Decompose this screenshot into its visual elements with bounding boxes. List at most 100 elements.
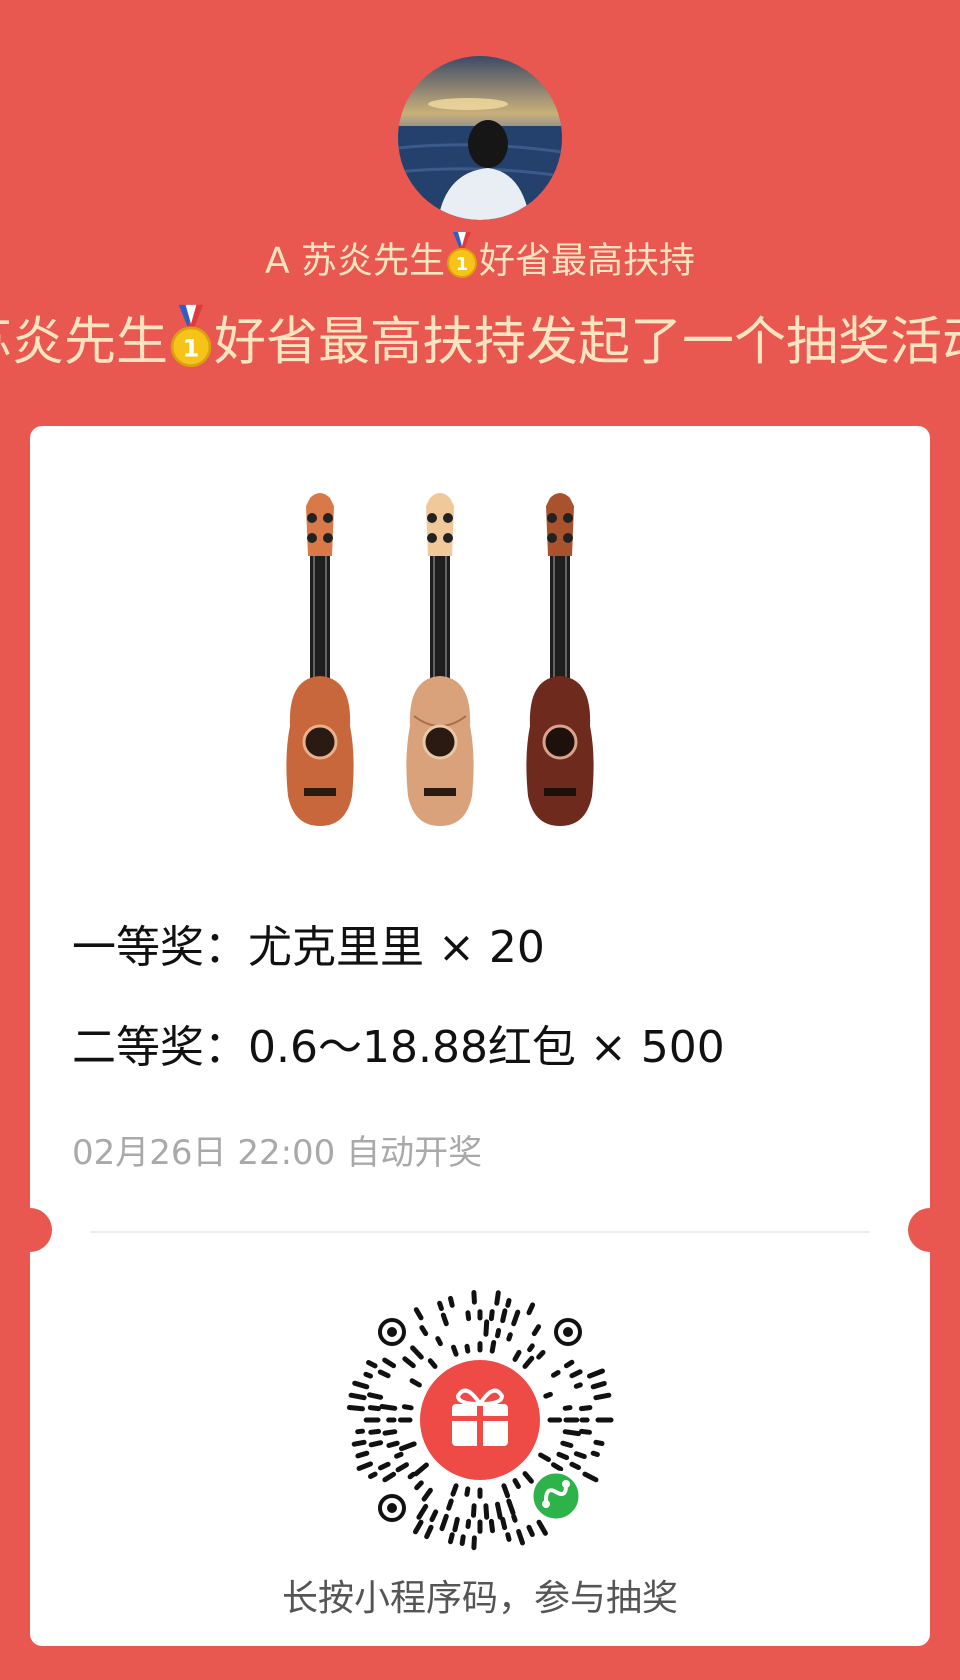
code-dash bbox=[495, 1328, 502, 1339]
code-dash bbox=[416, 1503, 429, 1520]
code-dash bbox=[501, 1483, 511, 1499]
code-dash bbox=[401, 1404, 414, 1411]
code-dash bbox=[512, 1478, 521, 1489]
code-dash bbox=[573, 1451, 587, 1459]
finder-marker bbox=[378, 1318, 406, 1346]
svg-text:1: 1 bbox=[456, 254, 469, 275]
organizer-name-prefix: A 苏炎先生 bbox=[264, 240, 446, 282]
code-dash bbox=[367, 1405, 382, 1412]
finder-marker bbox=[378, 1494, 406, 1522]
card-notch-left bbox=[8, 1208, 52, 1252]
code-dash bbox=[440, 1312, 449, 1327]
code-dash bbox=[556, 1451, 570, 1461]
code-dash bbox=[399, 1441, 417, 1452]
code-dash bbox=[511, 1513, 518, 1523]
code-dash bbox=[368, 1440, 384, 1448]
code-dash bbox=[351, 1439, 367, 1447]
code-dash bbox=[382, 1429, 398, 1436]
code-dash bbox=[414, 1480, 424, 1491]
code-dash bbox=[527, 1343, 535, 1353]
code-dash bbox=[563, 1359, 575, 1369]
code-dash bbox=[355, 1450, 370, 1459]
code-dash bbox=[516, 1529, 525, 1546]
code-dash bbox=[452, 1516, 460, 1533]
code-dash bbox=[512, 1349, 522, 1362]
code-dash bbox=[562, 1405, 573, 1411]
code-dash bbox=[465, 1310, 472, 1322]
ukulele-image bbox=[286, 493, 354, 826]
code-dash bbox=[511, 1309, 521, 1327]
code-dash bbox=[439, 1513, 449, 1532]
prize-image bbox=[280, 486, 680, 866]
code-dash bbox=[378, 1461, 391, 1471]
code-dash bbox=[446, 1498, 454, 1511]
organizer-name: A 苏炎先生 1 好省最高扶持 bbox=[0, 232, 960, 293]
announcement-suffix: 好省最高扶持发起了一个抽奖活动 bbox=[214, 312, 960, 373]
code-dash bbox=[421, 1487, 433, 1502]
mini-program-icon bbox=[530, 1470, 582, 1522]
code-dash bbox=[464, 1343, 471, 1354]
code-dash bbox=[355, 1428, 365, 1435]
code-dash bbox=[471, 1535, 477, 1551]
qr-hint: 长按小程序码，参与抽奖 bbox=[281, 1578, 678, 1619]
code-dash bbox=[394, 1451, 404, 1459]
medal-icon: 1 bbox=[168, 304, 214, 387]
card-divider bbox=[90, 1231, 870, 1233]
code-dash bbox=[500, 1516, 508, 1531]
organizer-name-suffix: 好省最高扶持 bbox=[479, 240, 696, 282]
code-dash bbox=[465, 1518, 472, 1529]
code-dash bbox=[366, 1360, 378, 1369]
code-dash bbox=[459, 1534, 466, 1546]
code-dash bbox=[587, 1368, 605, 1379]
code-dash bbox=[368, 1471, 378, 1479]
code-dash bbox=[526, 1524, 535, 1537]
code-dash bbox=[505, 1298, 512, 1308]
code-dash bbox=[500, 1308, 508, 1324]
code-dash bbox=[578, 1428, 592, 1435]
code-dash bbox=[427, 1358, 438, 1369]
code-dash bbox=[543, 1391, 553, 1399]
code-dash bbox=[437, 1300, 444, 1311]
code-dash bbox=[593, 1439, 605, 1446]
code-dash bbox=[471, 1290, 477, 1305]
code-dash bbox=[464, 1486, 471, 1497]
medal-icon: 1 bbox=[445, 232, 479, 293]
code-dash bbox=[409, 1378, 422, 1388]
mini-program-code[interactable] bbox=[346, 1286, 614, 1554]
code-dash bbox=[488, 1309, 495, 1322]
code-dash bbox=[386, 1440, 400, 1448]
code-dash bbox=[505, 1532, 512, 1542]
code-dash bbox=[578, 1405, 593, 1412]
ukulele-image bbox=[526, 493, 594, 826]
code-dash bbox=[410, 1345, 424, 1360]
avatar-image bbox=[398, 56, 562, 220]
finder-marker bbox=[554, 1318, 582, 1346]
code-dash bbox=[593, 1392, 612, 1401]
code-dash bbox=[488, 1518, 495, 1534]
code-dash bbox=[506, 1332, 513, 1342]
code-dash bbox=[413, 1307, 424, 1321]
code-dash bbox=[352, 1380, 370, 1390]
code-dash bbox=[522, 1471, 534, 1484]
code-dash bbox=[424, 1524, 434, 1540]
card-notch-right bbox=[908, 1208, 952, 1252]
code-dash bbox=[435, 1336, 443, 1347]
code-dash bbox=[489, 1340, 497, 1354]
avatar bbox=[398, 56, 562, 220]
code-dash bbox=[368, 1428, 382, 1435]
code-dash bbox=[569, 1461, 581, 1470]
code-dash bbox=[356, 1461, 373, 1471]
code-dash bbox=[551, 1370, 561, 1378]
announcement: 苏炎先生 1 好省最高扶持发起了一个抽奖活动 bbox=[0, 304, 960, 387]
draw-time: 02月26日 22:00 自动开奖 bbox=[72, 1133, 483, 1173]
code-dash bbox=[379, 1404, 398, 1411]
code-dash bbox=[531, 1324, 542, 1337]
code-dash bbox=[573, 1382, 583, 1389]
code-dash bbox=[348, 1392, 367, 1401]
svg-text:1: 1 bbox=[183, 333, 200, 362]
code-dash bbox=[382, 1357, 397, 1369]
ukulele-image bbox=[406, 493, 474, 826]
gift-icon bbox=[420, 1360, 540, 1480]
code-dash bbox=[450, 1483, 459, 1497]
first-prize: 一等奖：尤克里里 × 20 bbox=[72, 922, 545, 973]
